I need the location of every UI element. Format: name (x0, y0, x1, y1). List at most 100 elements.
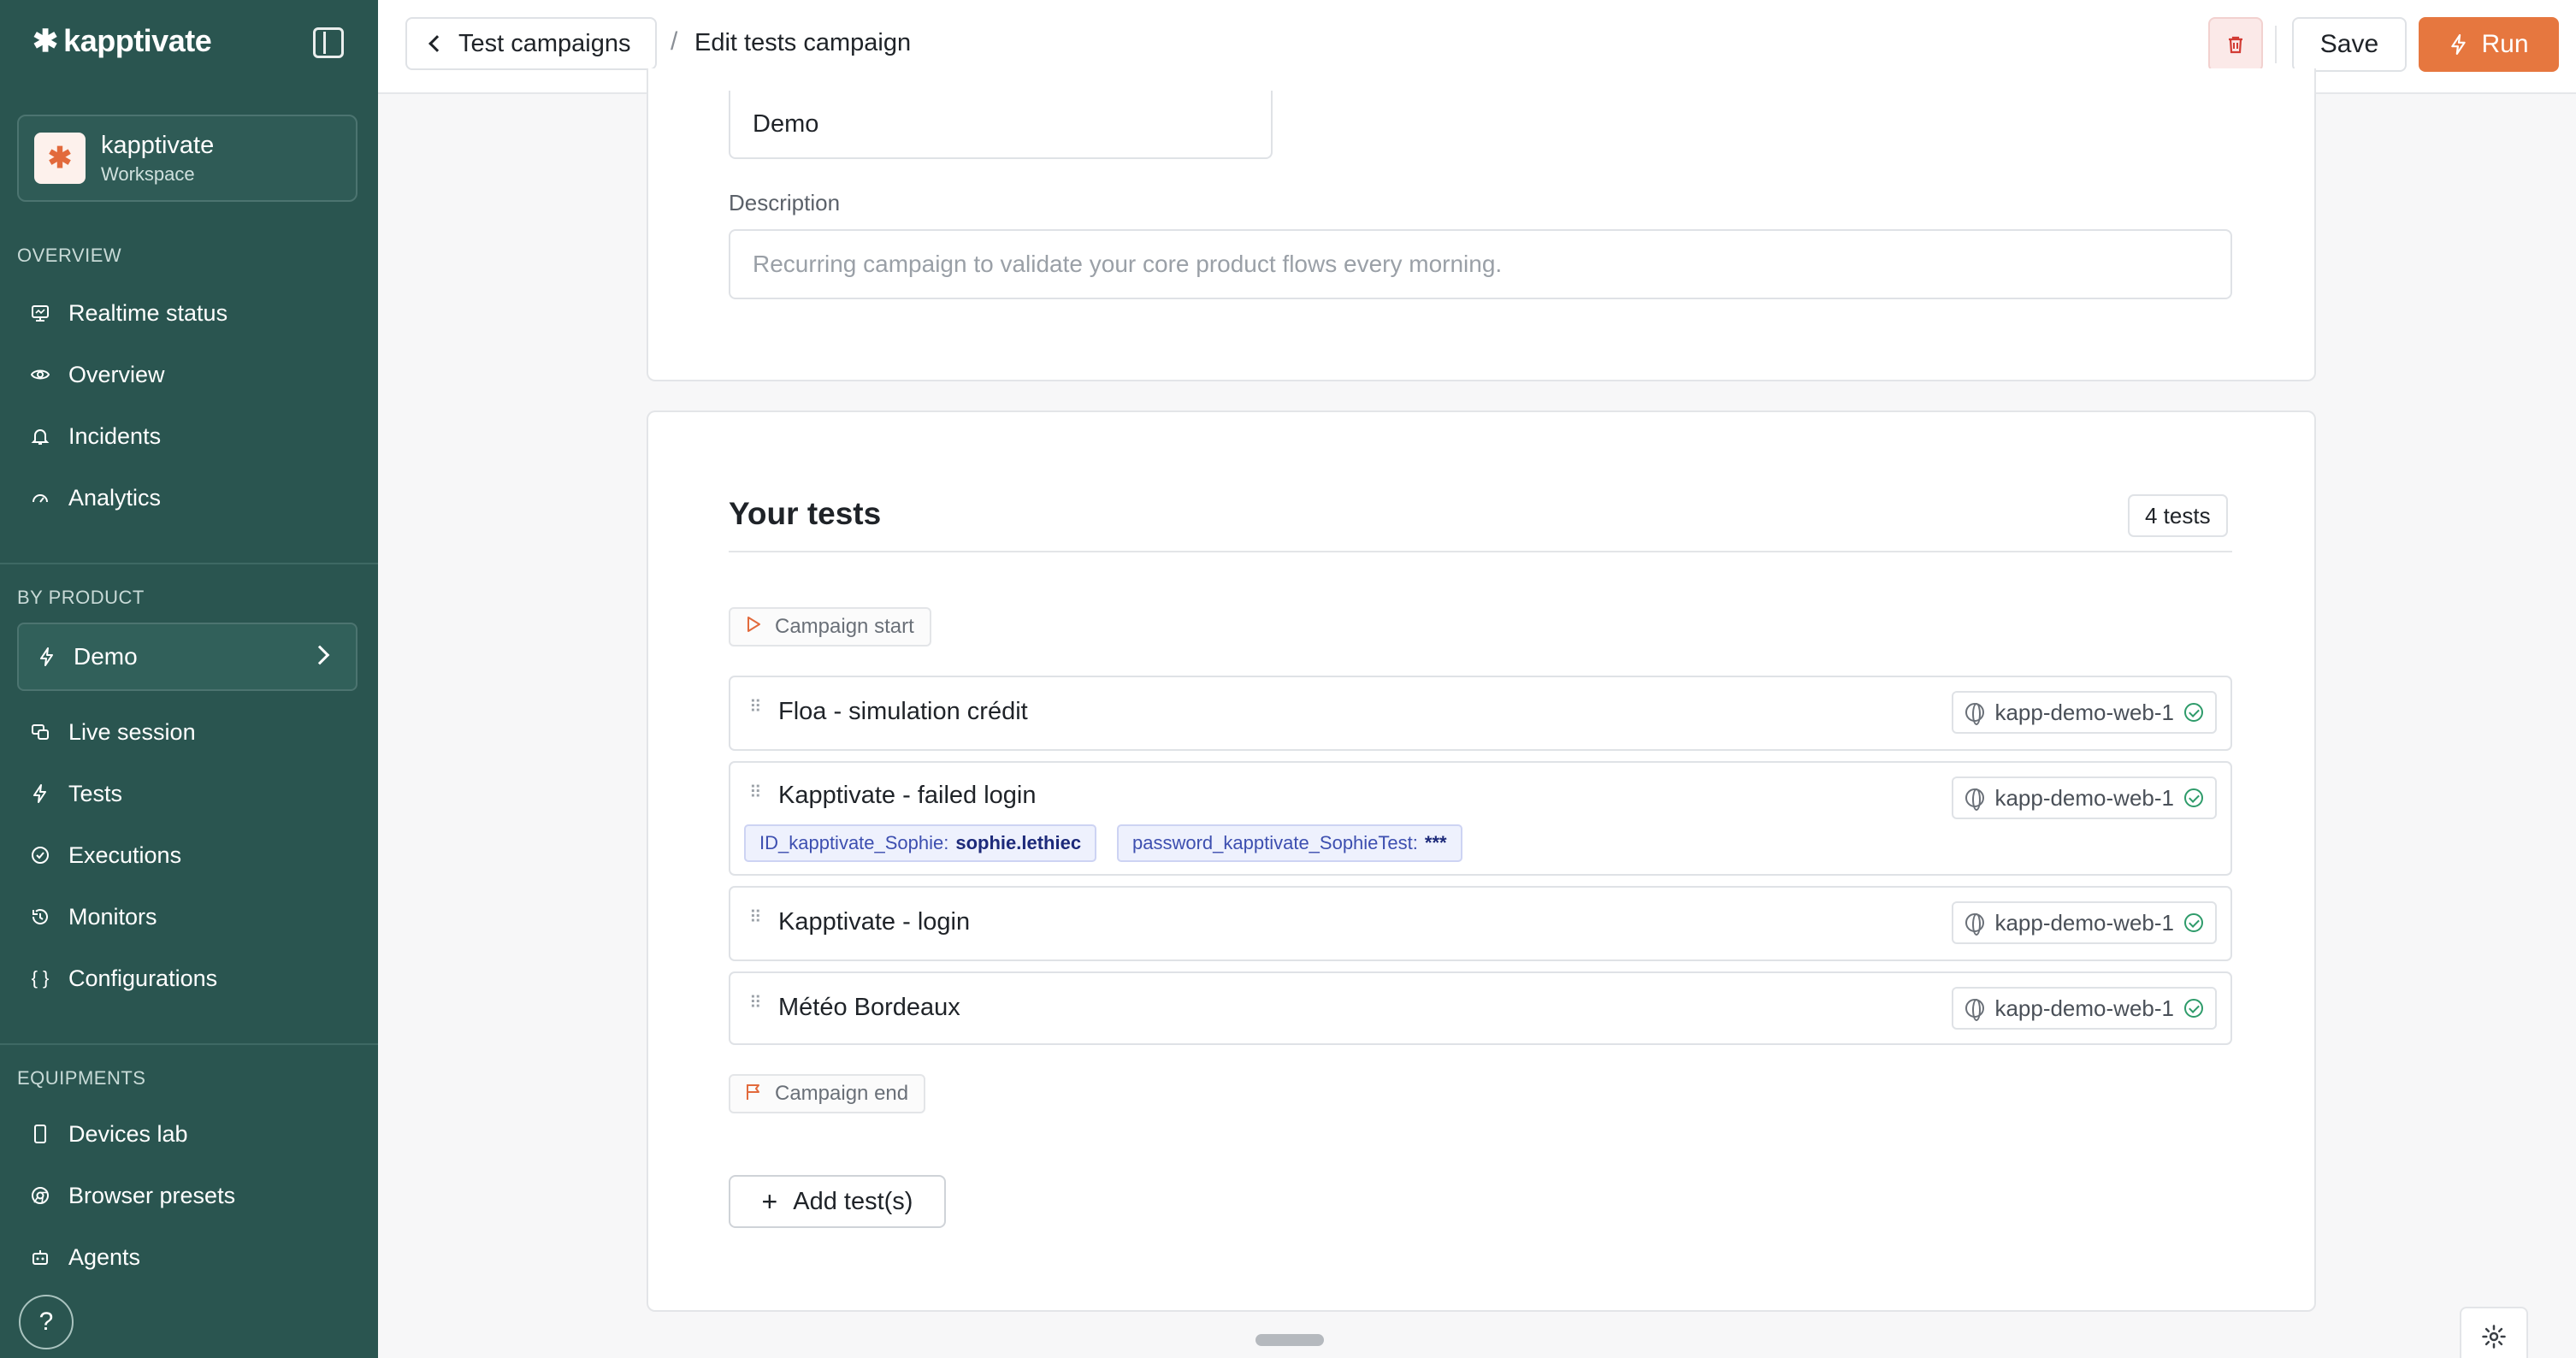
run-button-label: Run (2481, 30, 2529, 58)
agent-name: kapp-demo-web-1 (1994, 784, 2174, 811)
sidebar-item-realtime-status[interactable]: Realtime status (31, 296, 227, 330)
agent-chip[interactable]: kapp-demo-web-1 (1952, 987, 2217, 1030)
sidebar-item-browser-presets[interactable]: Browser presets (31, 1178, 235, 1213)
chevron-right-icon (310, 645, 330, 665)
sidebar-item-incidents[interactable]: Incidents (31, 419, 161, 453)
product-selector-label: Demo (74, 643, 138, 670)
check-circle-icon (2184, 913, 2203, 932)
test-name: Kapptivate - failed login (778, 782, 1037, 809)
agent-name: kapp-demo-web-1 (1994, 699, 2174, 725)
settings-button[interactable] (2460, 1307, 2528, 1358)
robot-icon (31, 1248, 50, 1266)
add-tests-button[interactable]: + Add test(s) (729, 1175, 946, 1228)
sidebar-item-label: Monitors (68, 903, 157, 930)
trash-icon (2229, 36, 2242, 54)
sidebar-item-label: Incidents (68, 422, 162, 449)
eye-icon (31, 365, 50, 384)
product-selector[interactable]: Demo (17, 623, 357, 691)
globe-icon (1965, 999, 1985, 1021)
agent-chip[interactable]: kapp-demo-web-1 (1952, 776, 2217, 819)
chevron-left-icon (428, 35, 446, 52)
variable-key: ID_kapptivate_Sophie: (759, 832, 949, 853)
section-label-by-product: BY PRODUCT (17, 587, 145, 608)
workspace-switcher[interactable]: ✱ kapptivate Workspace (17, 115, 357, 202)
sidebar-item-monitors[interactable]: Monitors (31, 900, 157, 934)
globe-icon (1965, 703, 1985, 725)
help-button[interactable]: ? (19, 1295, 74, 1349)
globe-icon (1965, 913, 1985, 936)
brand-logo[interactable]: ✱ kapptivate (32, 23, 212, 58)
sidebar-item-live-session[interactable]: Live session (31, 715, 196, 749)
delete-campaign-button[interactable] (2208, 17, 2263, 72)
variable-chip: password_kapptivate_SophieTest: *** (1117, 824, 1462, 862)
sessions-icon (31, 723, 50, 741)
collapse-sidebar-icon[interactable] (313, 27, 344, 58)
test-name: Kapptivate - login (778, 908, 971, 936)
sidebar-item-devices-lab[interactable]: Devices lab (31, 1117, 188, 1151)
description-label: Description (729, 190, 841, 216)
history-icon (31, 907, 50, 926)
test-row[interactable]: ⠿ Floa - simulation crédit kapp-demo-web… (729, 676, 2232, 751)
add-tests-label: Add test(s) (793, 1187, 913, 1215)
campaign-start-label: Campaign start (775, 615, 914, 638)
sidebar-item-label: Devices lab (68, 1120, 188, 1147)
test-row[interactable]: ⠿ Kapptivate - login kapp-demo-web-1 (729, 886, 2232, 961)
sidebar-item-label: Analytics (68, 484, 162, 511)
drag-handle-icon[interactable]: ⠿ (749, 699, 762, 716)
save-button[interactable]: Save (2292, 17, 2407, 72)
check-circle-icon (2184, 999, 2203, 1018)
variable-value: sophie.lethiec (955, 832, 1082, 853)
kapptivate-logo-icon: ✱ (32, 23, 59, 58)
drag-handle-icon[interactable]: ⠿ (749, 909, 762, 926)
sidebar-divider (0, 1043, 378, 1045)
brand-name: kapptivate (63, 23, 212, 58)
monitor-icon (31, 304, 50, 322)
agent-name: kapp-demo-web-1 (1994, 909, 2174, 936)
sidebar-item-label: Tests (68, 780, 123, 806)
page-title: Edit tests campaign (694, 29, 912, 56)
run-button[interactable]: Run (2419, 17, 2559, 72)
tests-section-title: Your tests (729, 496, 882, 531)
campaign-end-label: Campaign end (775, 1082, 909, 1105)
variable-chip: ID_kapptivate_Sophie: sophie.lethiec (744, 824, 1097, 862)
test-row[interactable]: ⠿ Météo Bordeaux kapp-demo-web-1 (729, 971, 2232, 1045)
braces-icon: { } (31, 967, 50, 989)
drag-handle-icon[interactable]: ⠿ (749, 784, 762, 801)
sidebar-item-analytics[interactable]: Analytics (31, 481, 161, 515)
drag-handle-icon[interactable]: ⠿ (749, 995, 762, 1012)
check-circle-icon (2184, 703, 2203, 722)
sidebar-item-label: Agents (68, 1243, 141, 1270)
sidebar-item-configurations[interactable]: { } Configurations (31, 961, 218, 995)
test-name: Météo Bordeaux (778, 994, 960, 1021)
sidebar-item-label: Overview (68, 361, 165, 387)
agent-name: kapp-demo-web-1 (1994, 995, 2174, 1021)
workspace-logo-icon: ✱ (34, 133, 86, 184)
bolt-icon (31, 784, 50, 803)
test-row[interactable]: ⠿ Kapptivate - failed login kapp-demo-we… (729, 761, 2232, 876)
bell-icon (31, 427, 50, 446)
sidebar-item-label: Executions (68, 841, 182, 868)
section-label-equipments: EQUIPMENTS (17, 1067, 146, 1089)
campaign-name-field[interactable]: Demo (729, 91, 1273, 159)
horizontal-scrollbar[interactable] (1256, 1334, 1324, 1346)
description-field[interactable] (729, 229, 2232, 299)
chrome-icon (31, 1186, 50, 1205)
check-circle-icon (2184, 788, 2203, 807)
sidebar-item-tests[interactable]: Tests (31, 776, 122, 811)
agent-chip[interactable]: kapp-demo-web-1 (1952, 901, 2217, 944)
campaign-start-tag: Campaign start (729, 607, 931, 647)
back-button-label: Test campaigns (458, 29, 631, 57)
sidebar-item-label: Live session (68, 718, 196, 745)
gauge-icon (31, 488, 50, 507)
campaign-end-tag: Campaign end (729, 1074, 926, 1113)
variable-value: *** (1424, 832, 1447, 853)
agent-chip[interactable]: kapp-demo-web-1 (1952, 691, 2217, 734)
tests-divider (729, 551, 2232, 552)
check-circle-icon (31, 846, 50, 865)
sidebar-item-overview[interactable]: Overview (31, 357, 165, 392)
sidebar-item-agents[interactable]: Agents (31, 1240, 140, 1274)
sidebar-item-executions[interactable]: Executions (31, 838, 181, 872)
back-to-campaigns-button[interactable]: Test campaigns (405, 17, 657, 70)
test-name: Floa - simulation crédit (778, 698, 1028, 725)
sidebar-item-label: Configurations (68, 965, 218, 991)
